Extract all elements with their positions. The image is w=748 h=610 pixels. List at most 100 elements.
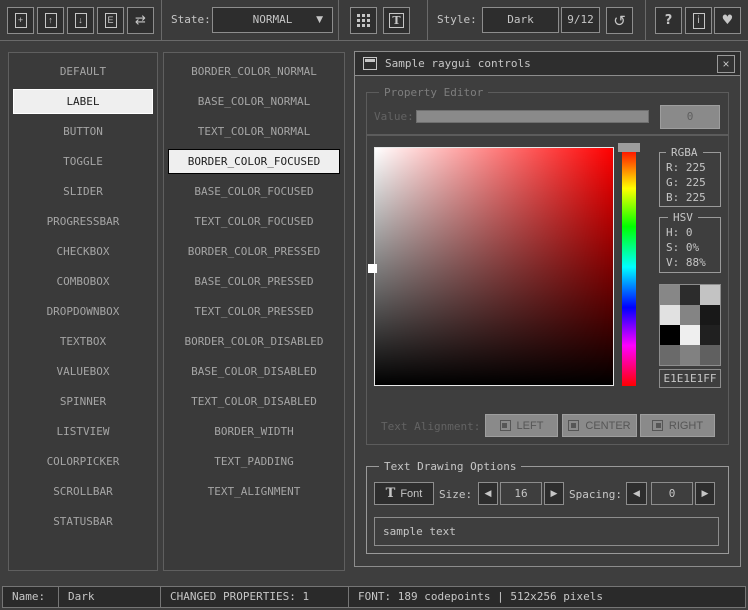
state-dropdown[interactable]: NORMAL ▼ [212,7,333,33]
color-picker-area[interactable] [374,147,614,386]
info-icon: i [693,13,705,29]
control-list-item[interactable]: VALUEBOX [13,359,153,384]
property-list-item[interactable]: BASE_COLOR_NORMAL [168,89,340,114]
control-list-item[interactable]: SCROLLBAR [13,479,153,504]
size-decrease-button[interactable]: ◀ [478,482,498,505]
text-options-title: Text Drawing Options [379,460,521,473]
font-preview-button[interactable]: T [383,7,410,34]
control-list-item[interactable]: COMBOBOX [13,269,153,294]
control-list-item[interactable]: CHECKBOX [13,239,153,264]
control-list-item[interactable]: SPINNER [13,389,153,414]
hsv-group: HSV H: 0 S: 0% V: 88% [659,217,721,273]
sample-text-input[interactable]: sample text [374,517,719,546]
control-list-item[interactable]: STATUSBAR [13,509,153,534]
hue-slider-handle[interactable] [618,143,640,152]
control-list-item[interactable]: SLIDER [13,179,153,204]
property-list-item[interactable]: BORDER_WIDTH [168,419,340,444]
align-left-button[interactable]: LEFT [485,414,558,437]
heart-icon: ♥ [722,13,734,28]
font-button-label: Font [400,488,422,500]
style-color-swatches [659,284,721,366]
property-editor-title: Property Editor [379,86,488,99]
saturation-value: S: 0% [666,240,718,255]
control-list-item[interactable]: DEFAULT [13,59,153,84]
style-dropdown[interactable]: Dark [482,7,559,33]
color-swatch [660,345,680,365]
hue-value: H: 0 [666,225,718,240]
property-list-item[interactable]: BORDER_COLOR_PRESSED [168,239,340,264]
hex-color-input[interactable]: E1E1E1FF [659,369,721,388]
hsv-title: HSV [668,211,698,224]
value-slider[interactable] [416,110,649,123]
style-name-input[interactable]: Dark [58,586,161,608]
property-list-item[interactable]: TEXT_COLOR_DISABLED [168,389,340,414]
close-button[interactable]: × [717,55,735,73]
reload-style-button[interactable]: ↺ [606,7,633,34]
sponsor-button[interactable]: ♥ [714,7,741,34]
spacing-increase-button[interactable]: ▶ [695,482,715,505]
rgba-group: RGBA R: 225 G: 225 B: 225 [659,152,721,207]
export-file-icon: E [105,13,117,28]
property-list-item[interactable]: TEXT_COLOR_FOCUSED [168,209,340,234]
value-box[interactable]: 0 [660,105,720,129]
control-list-item[interactable]: DROPDOWNBOX [13,299,153,324]
controls-table-button[interactable] [350,7,377,34]
state-value: NORMAL [253,13,293,26]
status-font-info: FONT: 189 codepoints | 512x256 pixels [348,586,746,608]
load-style-button[interactable]: ↑ [37,7,64,34]
help-button[interactable]: ? [655,7,682,34]
style-index-button[interactable]: 9/12 [561,7,600,33]
align-right-icon [652,420,663,431]
color-swatch [700,345,720,365]
shuffle-icon: ⇄ [135,13,146,28]
property-list-item[interactable]: BASE_COLOR_DISABLED [168,359,340,384]
align-center-label: CENTER [585,420,630,432]
value-label: Value: [374,110,414,123]
arrow-right-icon: ▶ [702,489,709,499]
save-file-icon: ↓ [75,13,87,28]
property-list-item[interactable]: TEXT_COLOR_NORMAL [168,119,340,144]
property-list-item[interactable]: BASE_COLOR_PRESSED [168,269,340,294]
green-value: G: 225 [666,175,718,190]
color-swatch [700,325,720,345]
hue-bar[interactable] [622,148,636,386]
toolbar-separator [645,0,646,40]
property-list-item[interactable]: BORDER_COLOR_DISABLED [168,329,340,354]
export-style-button[interactable]: E [97,7,124,34]
align-center-button[interactable]: CENTER [562,414,637,437]
spacing-decrease-button[interactable]: ◀ [626,482,647,505]
size-increase-button[interactable]: ▶ [544,482,564,505]
property-list-item[interactable]: BORDER_COLOR_FOCUSED [168,149,340,174]
color-picker-cursor[interactable] [368,264,377,273]
random-style-button[interactable]: ⇄ [127,7,154,34]
property-list-item[interactable]: BASE_COLOR_FOCUSED [168,179,340,204]
align-left-icon [500,420,511,431]
window-title-bar[interactable]: Sample raygui controls × [355,52,740,76]
property-list-item[interactable]: BORDER_COLOR_NORMAL [168,59,340,84]
controls-list: DEFAULT LABEL BUTTON TOGGLE SLIDER PROGRESSBA… [8,52,158,571]
rguistyler-app: + ↑ ↓ E ⇄ State: NORMAL ▼ T Style: D [0,0,748,610]
new-style-button[interactable]: + [7,7,34,34]
control-list-item[interactable]: TEXTBOX [13,329,153,354]
toolbar-separator [338,0,339,40]
blue-value: B: 225 [666,190,718,205]
property-list-item[interactable]: TEXT_PADDING [168,449,340,474]
grid-icon [357,14,370,27]
size-value-box[interactable]: 16 [500,482,542,505]
property-list-item[interactable]: TEXT_COLOR_PRESSED [168,299,340,324]
font-button[interactable]: T Font [374,482,434,505]
align-right-button[interactable]: RIGHT [640,414,715,437]
property-list-item[interactable]: TEXT_ALIGNMENT [168,479,340,504]
about-button[interactable]: i [685,7,712,34]
control-list-item[interactable]: BUTTON [13,119,153,144]
property-editor-group: Property Editor Value: 0 [366,92,729,135]
control-list-item[interactable]: LISTVIEW [13,419,153,444]
color-swatch [680,345,700,365]
control-list-item[interactable]: COLORPICKER [13,449,153,474]
control-list-item[interactable]: LABEL [13,89,153,114]
control-list-item[interactable]: TOGGLE [13,149,153,174]
spacing-value-box[interactable]: 0 [651,482,693,505]
sample-controls-window: Sample raygui controls × Property Editor… [354,51,741,567]
control-list-item[interactable]: PROGRESSBAR [13,209,153,234]
save-style-button[interactable]: ↓ [67,7,94,34]
